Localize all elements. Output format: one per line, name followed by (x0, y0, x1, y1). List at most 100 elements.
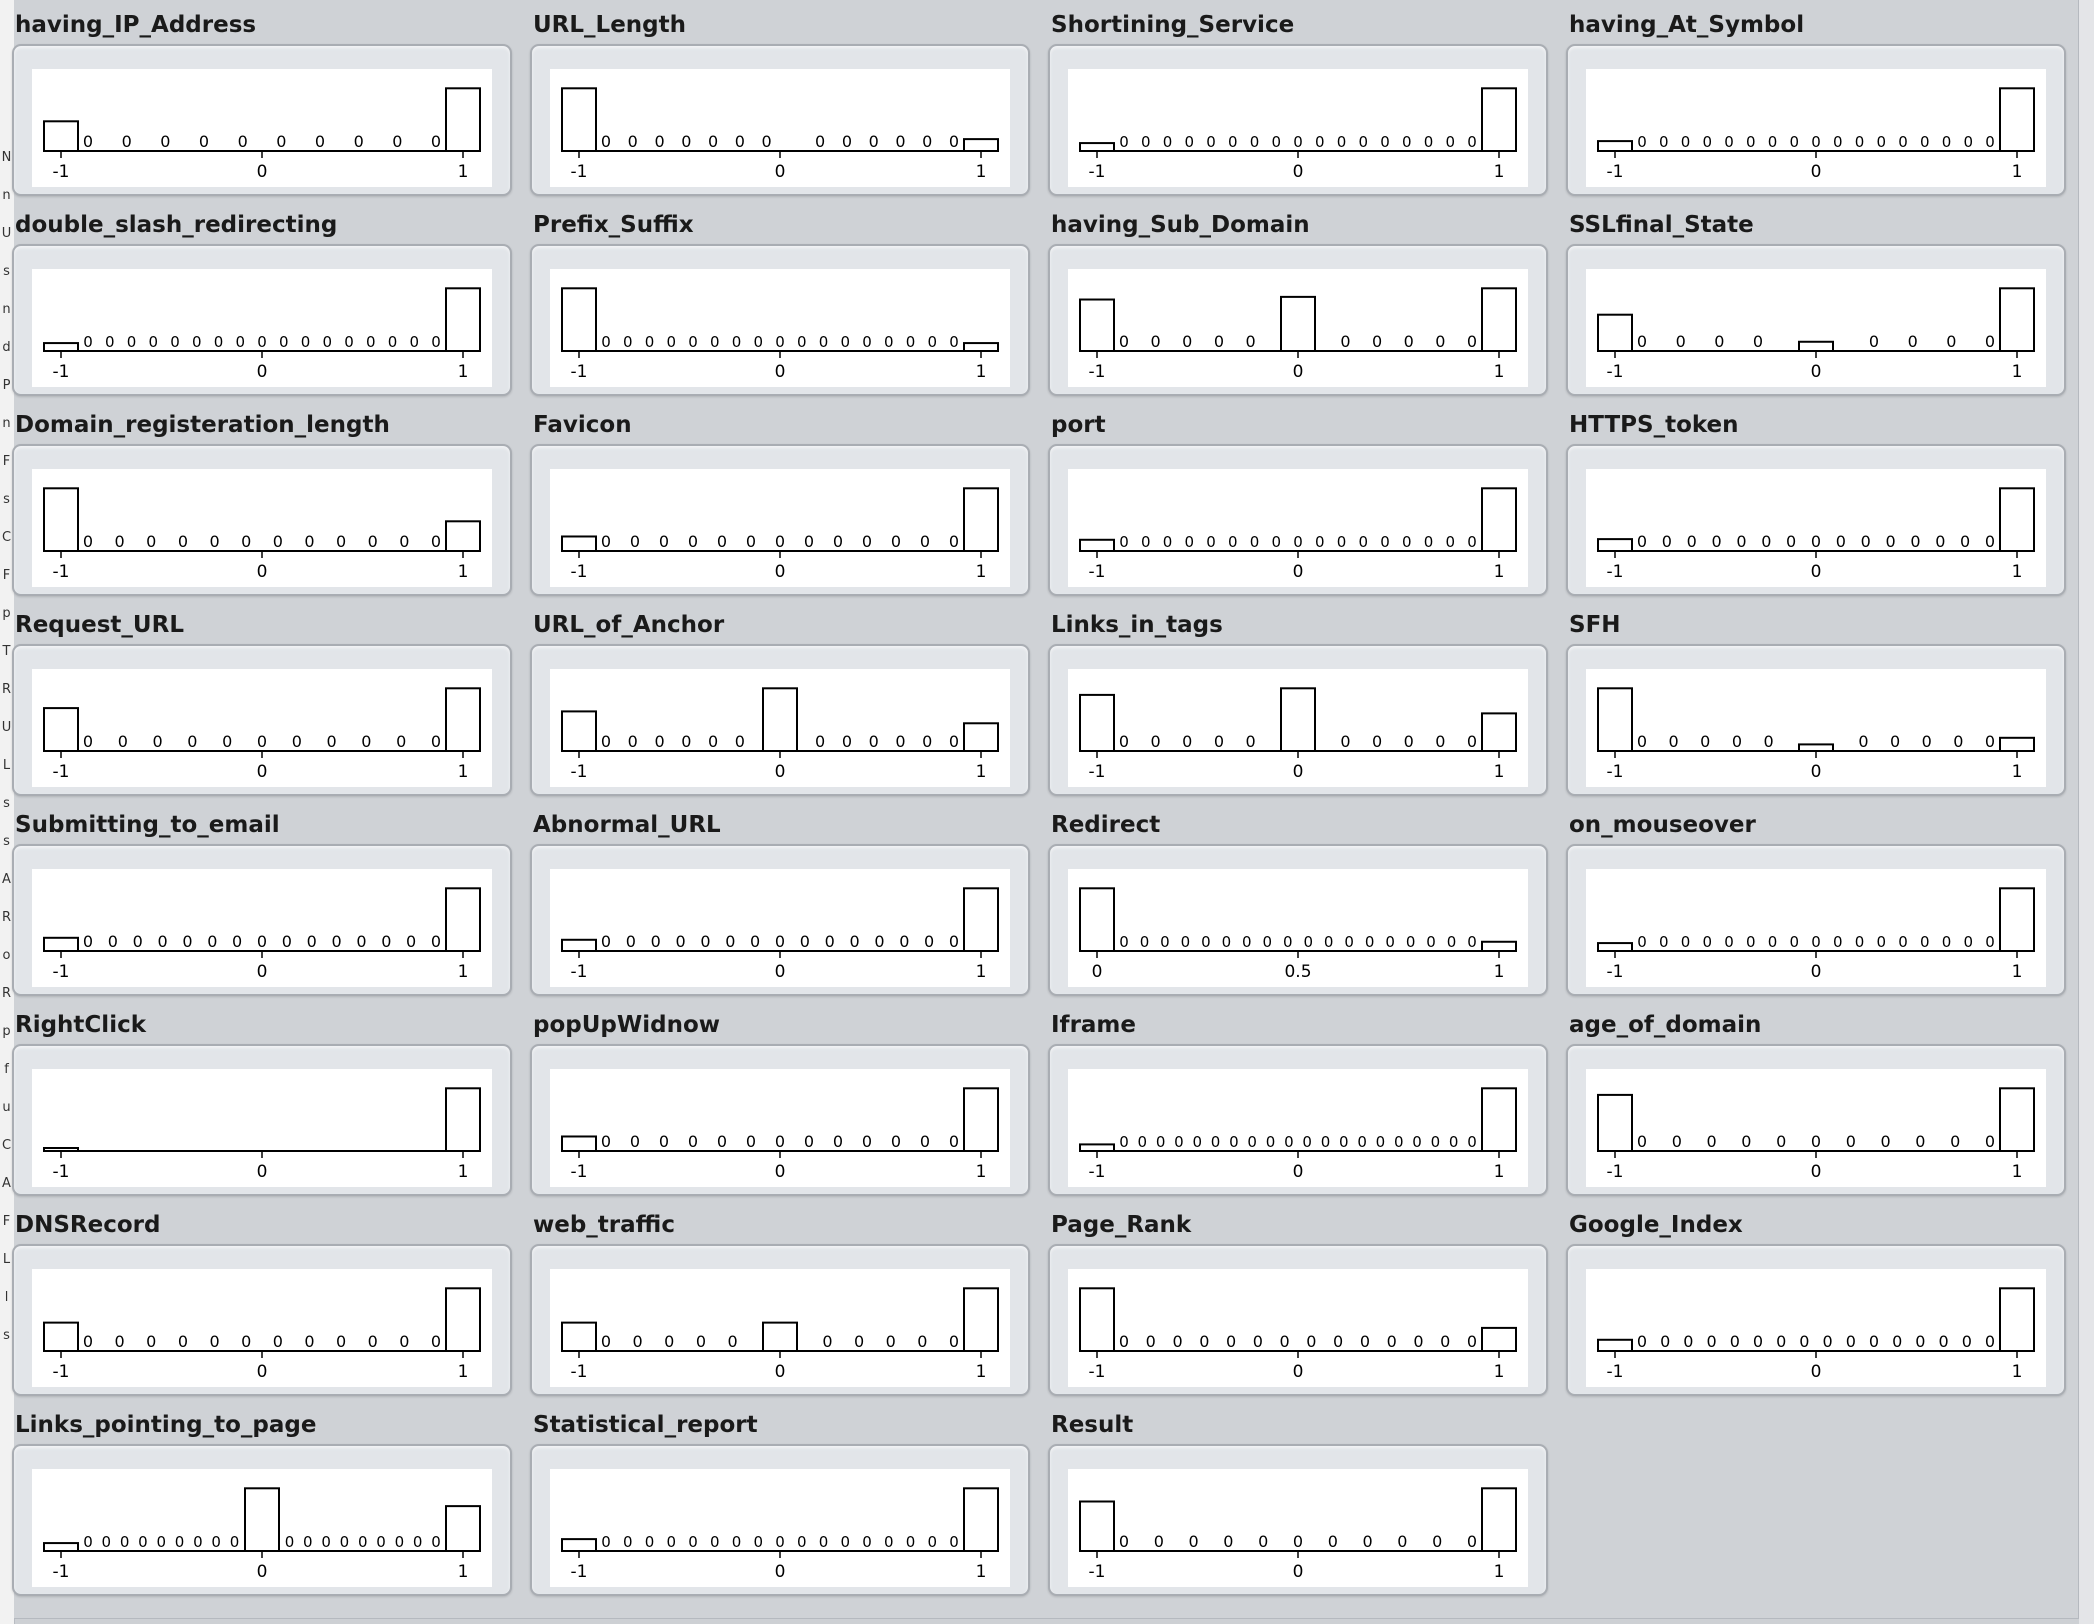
plot-panel[interactable]: -1 0 1 0 0 0 0 0 0 0 0 0 0 (1566, 644, 2066, 796)
plot-panel[interactable]: -1 0 1 0 0 0 0 0 0 0 0 0 0 (1048, 644, 1548, 796)
histogram-svg: -1 0 10 0 0 0 0 0 0 0 0 0 0 0 0 0 (1079, 1287, 1517, 1382)
zero-count-label: 0 (307, 932, 317, 951)
plot-panel[interactable]: -1 0 1 0 0 0 0 0 0 0 0 0 0 0 0 (12, 1244, 512, 1396)
histogram-bar (561, 1538, 597, 1553)
attribute-title: Statistical_report (533, 1412, 758, 1438)
histogram-svg: -1 0 10 0 0 0 0 0 0 0 0 0 0 (1079, 1487, 1517, 1582)
zero-count-label: 0 (725, 932, 735, 951)
zero-count-label: 0 (1263, 933, 1273, 951)
zero-count-label: 0 (727, 1332, 737, 1351)
zero-count-label: 0 (1711, 532, 1721, 551)
zero-count-label: 0 (710, 333, 720, 351)
plot-panel[interactable]: -1 0 1 0 0 0 0 0 0 0 0 0 0 0 0 0 0 0 (530, 844, 1030, 996)
plot-panel[interactable]: -1 0 1 0 0 0 0 0 0 0 0 0 0 (12, 44, 512, 196)
plot-panel[interactable]: -1 0 1 0 0 0 0 0 0 0 0 0 0 0 0 (12, 444, 512, 596)
zero-count-label: 0 (1228, 133, 1238, 151)
x-tick-label: 0 (775, 962, 786, 982)
histogram-plot: -1 0 1 0 0 0 0 0 0 0 0 0 0 0 0 0 (550, 1069, 1010, 1187)
zero-count-label: 0 (869, 132, 879, 151)
zero-count-label: 0 (368, 532, 378, 551)
plot-panel[interactable]: -1 0 1 0 0 0 0 0 0 0 0 0 0 0 0 0 0 0 0 (1566, 1244, 2066, 1396)
plot-panel[interactable]: -1 0 1 0 0 0 0 0 0 0 0 0 0 0 0 0 0 0 0 0 (1048, 444, 1548, 596)
histogram-bar (1481, 712, 1517, 752)
histogram-bar (1999, 87, 2035, 152)
zero-count-label: 0 (1736, 532, 1746, 551)
zero-count-label: 0 (927, 333, 937, 351)
zero-count-label: 0 (238, 132, 248, 151)
x-tick-label: -1 (1607, 962, 1624, 982)
plot-panel[interactable]: -1 0 1 0 0 0 0 0 0 0 0 0 0 0 0 0 0 0 (12, 844, 512, 996)
zero-count-label: 0 (83, 1533, 93, 1551)
zero-count-label: 0 (917, 1332, 927, 1351)
zero-count-label: 0 (122, 132, 132, 151)
histogram-cell: RightClick -1 0 1 (12, 1008, 514, 1196)
histogram-bar (1079, 887, 1115, 952)
background-text-char: C (1, 1138, 12, 1153)
zero-count-label: 0 (1174, 1133, 1184, 1151)
histogram-bar (244, 1487, 280, 1552)
zero-count-label: 0 (1119, 1532, 1129, 1551)
plot-panel[interactable]: -1 0 1 0 0 0 0 0 0 0 0 0 0 0 0 0 0 0 0 0 (12, 244, 512, 396)
plot-panel[interactable]: -1 0 1 0 0 0 0 0 0 0 0 0 0 0 0 0 0 0 0 0 (530, 1444, 1030, 1596)
zero-count-label: 0 (1833, 933, 1843, 951)
zero-count-label: 0 (1293, 133, 1303, 151)
zero-count-label: 0 (750, 932, 760, 951)
plot-panel[interactable]: -1 0 1 0 0 0 0 0 0 0 0 0 0 (1048, 244, 1548, 396)
plot-panel[interactable]: -1 0 1 0 0 0 0 0 0 0 0 0 0 0 0 (530, 644, 1030, 796)
plot-panel[interactable]: -1 0 1 0 0 0 0 0 0 0 0 0 0 (530, 1244, 1030, 1396)
x-tick-label: 0 (257, 1362, 268, 1382)
plot-panel[interactable]: -1 0 1 0 0 0 0 0 0 0 0 0 0 0 0 0 0 0 (1566, 444, 2066, 596)
plot-panel[interactable]: -1 0 1 0 0 0 0 0 0 0 0 0 0 0 0 0 (530, 44, 1030, 196)
zero-count-label: 0 (321, 1533, 331, 1551)
plot-panel[interactable]: -1 0 1 0 0 0 0 0 0 0 0 0 0 0 (12, 644, 512, 796)
zero-count-label: 0 (681, 732, 691, 751)
zero-count-label: 0 (1659, 933, 1669, 951)
histogram-bar (445, 1505, 481, 1552)
zero-count-label: 0 (1985, 332, 1995, 351)
histogram-svg: -1 0 10 0 0 0 0 0 0 0 (1597, 287, 2035, 382)
plot-panel[interactable]: 0 0.5 1 0 0 0 0 0 0 0 0 0 0 0 0 0 0 0 0 0 0 (1048, 844, 1548, 996)
zero-count-label: 0 (1761, 532, 1771, 551)
zero-count-label: 0 (396, 732, 406, 751)
plot-panel[interactable]: -1 0 1 0 0 0 0 0 0 0 0 0 0 0 0 0 0 0 0 0 (530, 244, 1030, 396)
zero-count-label: 0 (927, 1533, 937, 1551)
zero-count-label: 0 (1182, 732, 1192, 751)
x-tick-label: 0 (775, 1162, 786, 1182)
plot-panel[interactable]: -1 0 1 0 0 0 0 0 0 0 0 0 0 0 0 0 0 0 0 0 0 0 0 (1048, 1044, 1548, 1196)
histogram-svg: -1 0 10 0 0 0 0 0 0 0 0 0 0 0 0 0 0 0 0 (43, 287, 481, 382)
histogram-cell: Statistical_report -1 0 1 0 0 0 0 0 0 0 0 0 0 0 0 0 0 0 0 0 (530, 1408, 1032, 1596)
plot-panel[interactable]: -1 0 1 (12, 1044, 512, 1196)
histogram-bar (1999, 1287, 2035, 1352)
plot-panel[interactable]: -1 0 1 0 0 0 0 0 0 0 0 0 0 0 0 0 (530, 1044, 1030, 1196)
zero-count-label: 0 (1404, 332, 1414, 351)
zero-count-label: 0 (1730, 1332, 1740, 1351)
zero-count-label: 0 (1741, 1132, 1751, 1151)
zero-count-label: 0 (170, 333, 180, 351)
zero-count-label: 0 (1732, 732, 1742, 751)
plot-panel[interactable]: -1 0 1 0 0 0 0 0 0 0 0 0 0 0 (1048, 1444, 1548, 1596)
zero-count-label: 0 (1861, 532, 1871, 551)
plot-panel[interactable]: -1 0 1 0 0 0 0 0 0 0 0 0 0 0 0 0 0 0 0 0 (1048, 44, 1548, 196)
histogram-plot: -1 0 1 0 0 0 0 0 0 0 0 0 0 0 0 (32, 469, 492, 587)
zero-count-label: 0 (1228, 533, 1238, 551)
plot-panel[interactable]: -1 0 1 0 0 0 0 0 0 0 0 0 0 0 0 0 0 0 0 0 0 (12, 1444, 512, 1596)
zero-count-label: 0 (1376, 1133, 1386, 1151)
zero-count-label: 0 (1467, 732, 1477, 751)
zero-count-label: 0 (301, 333, 311, 351)
zero-count-label: 0 (1435, 332, 1445, 351)
plot-panel[interactable]: -1 0 1 0 0 0 0 0 0 0 0 0 0 0 (1566, 1044, 2066, 1196)
plot-panel[interactable]: -1 0 1 0 0 0 0 0 0 0 0 0 0 0 0 0 0 (1048, 1244, 1548, 1396)
zero-count-label: 0 (1424, 133, 1434, 151)
plot-panel[interactable]: -1 0 1 0 0 0 0 0 0 0 0 0 0 0 0 0 (530, 444, 1030, 596)
attribute-title: Page_Rank (1051, 1212, 1192, 1238)
zero-count-label: 0 (1963, 133, 1973, 151)
plot-panel[interactable]: -1 0 1 0 0 0 0 0 0 0 0 (1566, 244, 2066, 396)
plot-panel[interactable]: -1 0 1 0 0 0 0 0 0 0 0 0 0 0 0 0 0 0 0 0 (1566, 844, 2066, 996)
plot-panel[interactable]: -1 0 1 0 0 0 0 0 0 0 0 0 0 0 0 0 0 0 0 0 (1566, 44, 2066, 196)
zero-count-label: 0 (1380, 533, 1390, 551)
x-tick-label: 1 (2012, 762, 2023, 782)
zero-count-label: 0 (628, 132, 638, 151)
x-tick-label: -1 (53, 762, 70, 782)
zero-count-label: 0 (601, 132, 611, 151)
zero-count-label: 0 (949, 932, 959, 951)
